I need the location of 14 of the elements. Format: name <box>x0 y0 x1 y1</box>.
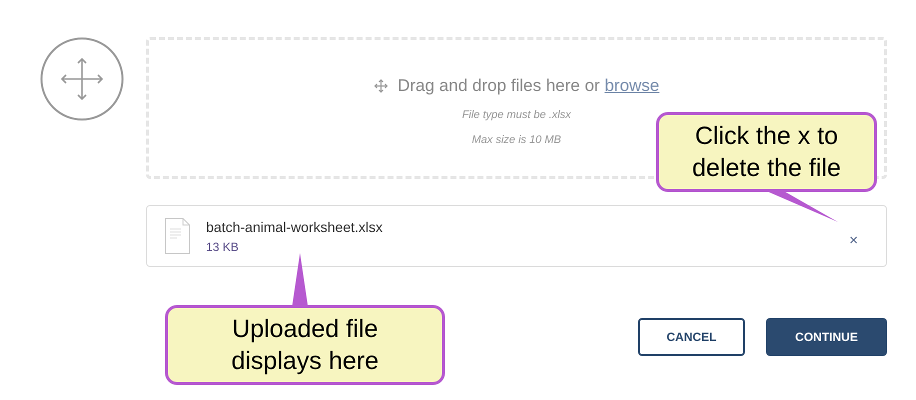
continue-button[interactable]: CONTINUE <box>766 318 887 356</box>
callout: Uploaded file displays here <box>165 305 445 385</box>
file-requirement: File type must be .xlsx <box>462 108 571 122</box>
file-name: batch-animal-worksheet.xlsx <box>206 218 384 236</box>
drop-prompt: Drag and drop files here or <box>398 76 600 95</box>
remove-file-button[interactable]: × <box>849 232 858 248</box>
browse-link[interactable]: browse <box>604 76 660 95</box>
move-icon <box>374 78 388 93</box>
file-requirement: Max size is 10 MB <box>472 133 562 148</box>
callout: Click the x to delete the file <box>656 112 877 192</box>
document-icon <box>165 218 190 254</box>
file-size: 13 KB <box>206 238 240 256</box>
move-icon <box>40 37 124 121</box>
cancel-button[interactable]: CANCEL <box>638 318 745 356</box>
